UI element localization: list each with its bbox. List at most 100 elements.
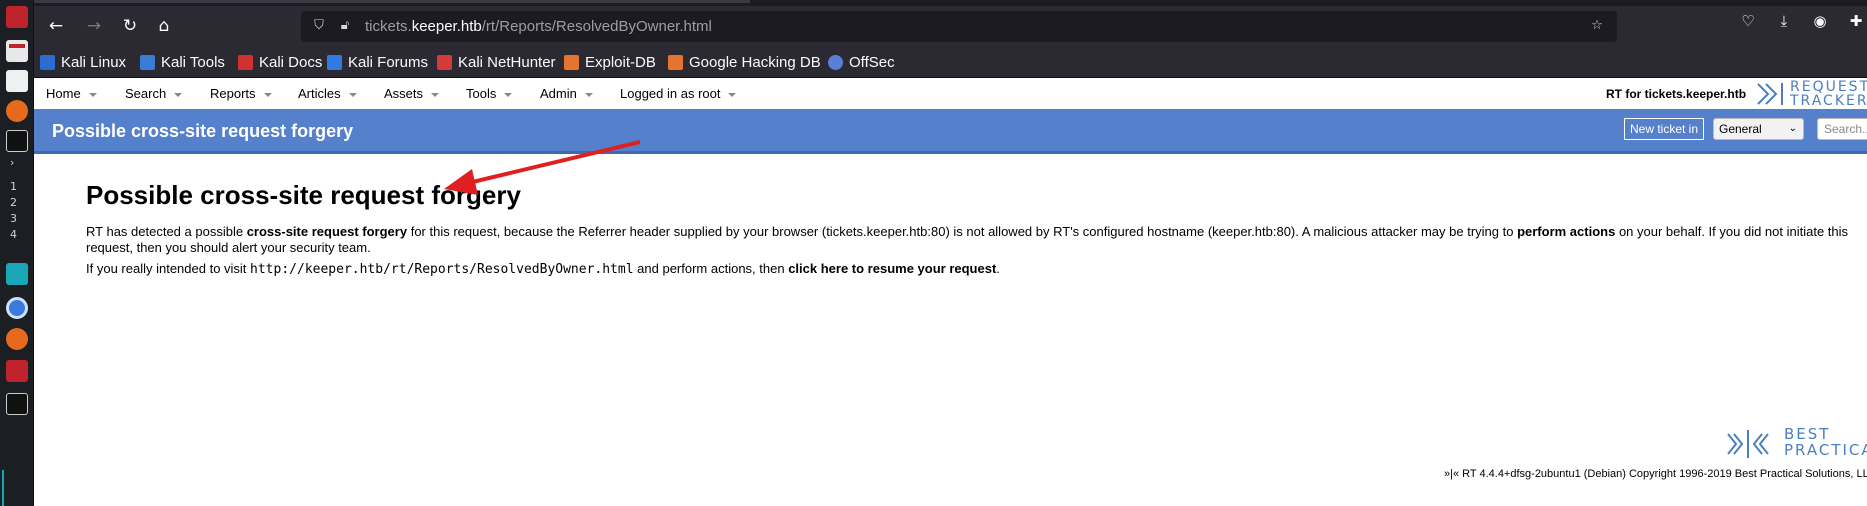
kali-forums-icon xyxy=(327,54,342,70)
bookmark-exploit-db[interactable]: Exploit-DB xyxy=(564,52,656,72)
workspace-1[interactable]: 1 xyxy=(10,180,17,193)
caret-down-icon xyxy=(431,92,440,97)
bookmark-label: Google Hacking DB xyxy=(689,53,821,71)
workspace-4[interactable]: 4 xyxy=(10,228,17,241)
footer-copyright: »|« RT 4.4.4+dfsg-2ubuntu1 (Debian) Copy… xyxy=(1444,468,1867,480)
bookmark-kali-linux[interactable]: Kali Linux xyxy=(40,52,126,72)
best-practical-logo[interactable]: BESTPRACTICAL xyxy=(1726,426,1867,462)
bookmark-label: OffSec xyxy=(849,53,895,71)
bp-line2: PRACTICAL xyxy=(1784,441,1867,459)
kali-menu-icon[interactable] xyxy=(6,6,28,28)
queue-select[interactable]: General ⌄ xyxy=(1713,118,1804,140)
desktop-taskbar: › 1 2 3 4 xyxy=(0,0,34,506)
menu-admin[interactable]: Admin xyxy=(540,86,593,101)
text-segment: . xyxy=(996,261,1000,276)
bookmark-label: Exploit-DB xyxy=(585,53,656,71)
bookmark-ghdb[interactable]: Google Hacking DB xyxy=(668,52,821,72)
caret-down-icon xyxy=(584,92,593,97)
menu-label: Assets xyxy=(384,86,424,101)
reload-icon[interactable]: ↻ xyxy=(118,14,142,38)
menu-assets[interactable]: Assets xyxy=(384,86,440,101)
home-icon[interactable]: ⌂ xyxy=(152,14,176,38)
kali-dragon-icon xyxy=(40,54,55,70)
nethunter-icon xyxy=(437,54,452,70)
lock-icon[interactable]: 🔓︎ xyxy=(335,16,355,36)
bookmark-kali-tools[interactable]: Kali Tools xyxy=(140,52,225,72)
bp-line1: BEST xyxy=(1784,425,1831,443)
workspace-2[interactable]: 2 xyxy=(10,196,17,209)
exploit-db-icon xyxy=(564,54,579,70)
extensions-icon[interactable]: ✚ xyxy=(1845,10,1867,32)
bookmark-kali-docs[interactable]: Kali Docs xyxy=(238,52,322,72)
page-header-bar: Possible cross-site request forgery New … xyxy=(34,109,1867,154)
rt-main-menu: Home Search Reports Articles Assets Tool… xyxy=(34,79,1867,109)
kali-docs-icon xyxy=(238,54,253,70)
offsec-icon xyxy=(828,54,843,70)
menu-logged-in[interactable]: Logged in as root xyxy=(620,86,737,101)
shield-icon[interactable]: ⛉ xyxy=(309,16,329,36)
rt-page: Home Search Reports Articles Assets Tool… xyxy=(34,79,1867,506)
browser-toolbar: ← → ↻ ⌂ ⛉ 🔓︎ tickets.keeper.htb/rt/Repor… xyxy=(34,6,1867,46)
menu-reports[interactable]: Reports xyxy=(210,86,272,101)
menu-search[interactable]: Search xyxy=(125,86,183,101)
request-tracker-logo[interactable]: REQUEST TRACKER xyxy=(1754,79,1867,109)
bookmark-label: Kali Linux xyxy=(61,53,127,71)
ghdb-icon xyxy=(668,54,683,70)
annotation-arrow xyxy=(444,140,641,195)
url-bar[interactable]: ⛉ 🔓︎ tickets.keeper.htb/rt/Reports/Resol… xyxy=(301,11,1617,42)
url-host: keeper.htb xyxy=(411,18,482,35)
rt-instance-label: RT for tickets.keeper.htb xyxy=(1606,87,1747,101)
menu-articles[interactable]: Articles xyxy=(298,86,357,101)
logo-line1: REQUEST xyxy=(1790,79,1867,95)
menu-label: Tools xyxy=(466,86,497,101)
terminal-icon[interactable] xyxy=(6,130,28,152)
firefox-icon[interactable] xyxy=(6,328,28,350)
active-tab-indicator[interactable] xyxy=(34,0,750,3)
bookmark-kali-forums[interactable]: Kali Forums xyxy=(327,52,428,72)
caret-down-icon xyxy=(348,92,357,97)
download-icon[interactable]: ⤓ xyxy=(1773,10,1795,32)
menu-label: Logged in as root xyxy=(620,86,721,101)
text-editor-icon[interactable] xyxy=(6,70,28,92)
forward-icon[interactable]: → xyxy=(82,14,106,38)
screen: › 1 2 3 4 ← → ↻ ⌂ ⛉ 🔓︎ tickets.keeper.ht… xyxy=(0,0,1867,506)
bookmarks-bar: Kali Linux Kali Tools Kali Docs Kali For… xyxy=(34,46,1867,78)
text-segment: RT has detected a possible xyxy=(86,224,247,239)
caret-down-icon xyxy=(174,92,183,97)
menu-label: Reports xyxy=(210,86,256,101)
chevron-right-icon[interactable]: › xyxy=(10,156,14,169)
star-icon[interactable]: ☆ xyxy=(1587,16,1607,36)
resume-request-link[interactable]: click here to resume your request xyxy=(788,261,996,276)
workspace-3[interactable]: 3 xyxy=(10,212,17,225)
terminal-icon[interactable] xyxy=(6,393,28,415)
bookmark-offsec[interactable]: OffSec xyxy=(828,52,895,72)
menu-label: Search xyxy=(125,86,167,101)
kali-tools-icon xyxy=(140,54,155,70)
rt-chevrons-icon xyxy=(1757,83,1783,105)
new-ticket-button[interactable]: New ticket in xyxy=(1624,118,1705,140)
files-icon[interactable] xyxy=(6,40,28,62)
menu-label: Admin xyxy=(540,86,577,101)
burp-icon[interactable] xyxy=(6,263,28,285)
pocket-icon[interactable]: ♡ xyxy=(1737,10,1759,32)
resume-instructions: If you really intended to visit http://k… xyxy=(86,261,1867,278)
bold-segment: cross-site request forgery xyxy=(246,224,408,239)
account-icon[interactable]: ◉ xyxy=(1809,10,1831,32)
bold-segment: perform actions xyxy=(1517,224,1616,239)
caret-down-icon xyxy=(263,92,272,97)
caret-down-icon xyxy=(728,92,737,97)
app-icon[interactable] xyxy=(6,360,28,382)
chromium-icon[interactable] xyxy=(6,297,28,319)
quick-search-input[interactable]: Search... xyxy=(1817,118,1867,140)
url-text[interactable]: tickets.keeper.htb/rt/Reports/ResolvedBy… xyxy=(365,18,712,35)
bookmark-label: Kali Forums xyxy=(348,53,429,71)
menu-home[interactable]: Home xyxy=(46,86,97,101)
text-segment: If you really intended to visit xyxy=(86,261,251,276)
firefox-icon[interactable] xyxy=(6,100,28,122)
bp-text: BESTPRACTICAL xyxy=(1784,426,1867,458)
back-icon[interactable]: ← xyxy=(44,14,68,38)
text-segment: for this request, because the Referrer h… xyxy=(407,224,1518,239)
target-url: http://keeper.htb/rt/Reports/ResolvedByO… xyxy=(250,262,634,277)
bookmark-nethunter[interactable]: Kali NetHunter xyxy=(437,52,556,72)
menu-tools[interactable]: Tools xyxy=(466,86,513,101)
